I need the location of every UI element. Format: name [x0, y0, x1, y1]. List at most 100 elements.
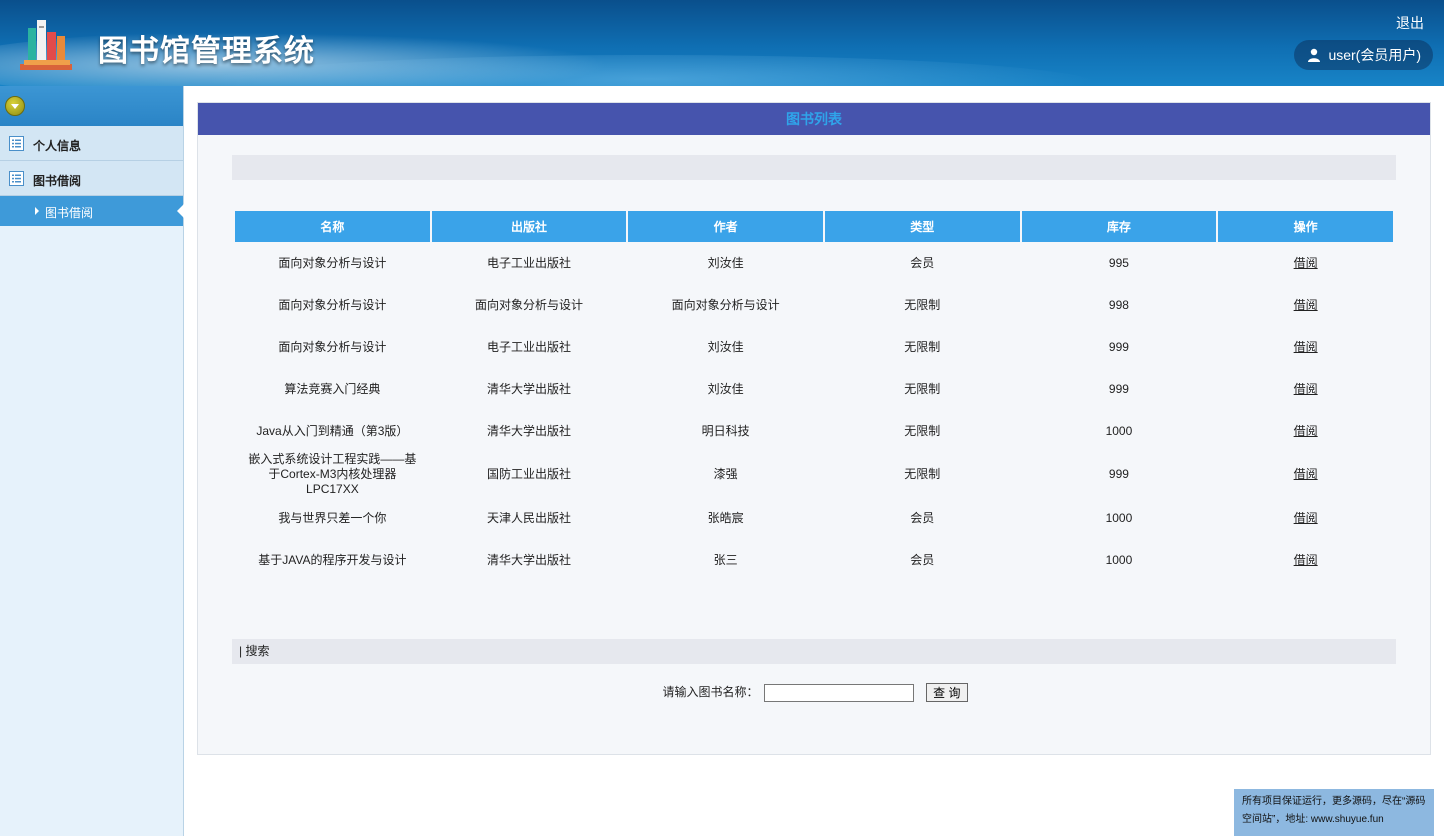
toolbar-strip: [232, 155, 1396, 180]
cell-author: 张皓宸: [707, 510, 744, 525]
sidebar: 个人信息 图书借阅 图书借阅: [0, 86, 184, 836]
cell-title: 基于JAVA的程序开发与设计: [258, 552, 407, 567]
cell-publisher: 天津人民出版社: [487, 510, 572, 525]
table-header-row: 名称 出版社 作者 类型 库存 操作: [235, 211, 1393, 242]
promo-note: 所有项目保证运行，更多源码，尽在“源码 空间站”，地址: www.shuyue.…: [1234, 789, 1434, 836]
cell-type: 无限制: [904, 423, 941, 438]
borrow-link[interactable]: 借阅: [1294, 256, 1318, 270]
cell-stock: 998: [1108, 297, 1129, 312]
search-button[interactable]: 查 询: [926, 683, 968, 703]
cell-author: 刘汝佳: [707, 339, 744, 354]
borrow-link[interactable]: 借阅: [1294, 424, 1318, 438]
book-name-input[interactable]: [763, 683, 914, 702]
cell-type: 无限制: [904, 297, 941, 312]
cell-publisher: 清华大学出版社: [487, 423, 572, 438]
cell-stock: 1000: [1105, 552, 1133, 567]
table-row: 我与世界只差一个你 天津人民出版社 张皓宸 会员 1000 借阅: [235, 497, 1393, 539]
user-name: user(会员用户): [1328, 47, 1421, 63]
borrow-link[interactable]: 借阅: [1294, 511, 1318, 525]
cell-action: 借阅: [1218, 326, 1393, 368]
active-indicator: [177, 204, 184, 218]
sidebar-group-book-borrow[interactable]: 图书借阅: [0, 161, 183, 196]
list-icon: [9, 136, 24, 151]
column-header: 名称: [235, 211, 430, 242]
table-row: 面向对象分析与设计 电子工业出版社 刘汝佳 会员 995 借阅: [235, 242, 1393, 284]
user-badge[interactable]: user(会员用户): [1294, 40, 1433, 70]
cell-title: 面向对象分析与设计: [278, 297, 387, 312]
search-label: 请输入图书名称：: [662, 685, 759, 699]
borrow-link[interactable]: 借阅: [1294, 340, 1318, 354]
app-title: 图书馆管理系统: [98, 35, 315, 68]
table-row: 面向对象分析与设计 电子工业出版社 刘汝佳 无限制 999 借阅: [235, 326, 1393, 368]
cell-publisher: 国防工业出版社: [487, 467, 572, 481]
borrow-link[interactable]: 借阅: [1294, 382, 1318, 396]
cell-action: 借阅: [1218, 410, 1393, 452]
book-table: 名称 出版社 作者 类型 库存 操作 面向对象分析与设计 电子工业出版社 刘汝佳…: [233, 211, 1395, 581]
cell-title: 嵌入式系统设计工程实践——基于Cortex-M3内核处理器LPC17XX: [248, 452, 417, 496]
caret-right-icon: [35, 207, 39, 215]
cell-type: 无限制: [904, 339, 941, 354]
cell-title: 面向对象分析与设计: [278, 339, 387, 354]
cell-publisher: 清华大学出版社: [487, 381, 572, 396]
cell-publisher: 面向对象分析与设计: [475, 297, 584, 312]
search-form: 请输入图书名称： 查 询: [198, 683, 1432, 703]
books-logo-icon: [20, 20, 72, 70]
sidebar-group-label: 个人信息: [33, 139, 82, 153]
column-header: 类型: [824, 211, 1020, 242]
table-row: 嵌入式系统设计工程实践——基于Cortex-M3内核处理器LPC17XX 国防工…: [235, 452, 1393, 497]
promo-line: 所有项目保证运行，更多源码，尽在“源码: [1242, 796, 1426, 807]
cell-author: 明日科技: [701, 423, 750, 438]
app-header: 图书馆管理系统 退出 user(会员用户): [0, 0, 1444, 86]
sidebar-group-label: 图书借阅: [33, 174, 82, 188]
table-row: Java从入门到精通（第3版） 清华大学出版社 明日科技 无限制 1000 借阅: [235, 410, 1393, 452]
cell-stock: 999: [1108, 381, 1129, 396]
cell-author: 刘汝佳: [707, 381, 744, 396]
cell-type: 会员: [910, 552, 935, 567]
cell-stock: 999: [1108, 467, 1129, 481]
borrow-link[interactable]: 借阅: [1294, 467, 1318, 481]
cell-action: 借阅: [1218, 284, 1393, 326]
cell-type: 会员: [910, 510, 935, 525]
sidebar-item-label: 图书借阅: [45, 206, 94, 220]
cell-title: 我与世界只差一个你: [278, 510, 387, 525]
cell-author: 张三: [713, 552, 738, 567]
column-header: 出版社: [431, 211, 627, 242]
cell-stock: 995: [1108, 255, 1129, 270]
promo-line: 空间站”，地址: www.shuyue.fun: [1242, 814, 1384, 825]
cell-action: 借阅: [1218, 242, 1393, 284]
cell-action: 借阅: [1218, 452, 1393, 497]
cell-action: 借阅: [1218, 497, 1393, 539]
sidebar-item-book-borrow[interactable]: 图书借阅: [0, 196, 184, 226]
borrow-link[interactable]: 借阅: [1294, 553, 1318, 567]
borrow-link[interactable]: 借阅: [1294, 298, 1318, 312]
panel-title: 图书列表: [198, 103, 1430, 135]
sidebar-group-personal-info[interactable]: 个人信息: [0, 126, 183, 161]
cell-author: 刘汝佳: [707, 255, 744, 270]
cell-title: Java从入门到精通（第3版）: [256, 423, 409, 438]
cell-action: 借阅: [1218, 539, 1393, 581]
cell-author: 漆强: [713, 467, 738, 481]
logout-link[interactable]: 退出: [1396, 13, 1424, 33]
cell-stock: 1000: [1105, 423, 1133, 438]
cell-author: 面向对象分析与设计: [671, 297, 780, 312]
cell-publisher: 清华大学出版社: [487, 552, 572, 567]
column-header: 库存: [1021, 211, 1217, 242]
table-row: 面向对象分析与设计 面向对象分析与设计 面向对象分析与设计 无限制 998 借阅: [235, 284, 1393, 326]
cell-title: 面向对象分析与设计: [278, 255, 387, 270]
cell-stock: 1000: [1105, 510, 1133, 525]
cell-type: 会员: [910, 255, 935, 270]
cell-stock: 999: [1108, 339, 1129, 354]
cell-publisher: 电子工业出版社: [487, 255, 572, 270]
column-header: 作者: [628, 211, 823, 242]
cell-type: 无限制: [904, 381, 941, 396]
cell-title: 算法竞赛入门经典: [284, 381, 381, 396]
column-header: 操作: [1218, 211, 1393, 242]
search-section-header: | 搜索: [232, 639, 1396, 664]
table-row: 算法竞赛入门经典 清华大学出版社 刘汝佳 无限制 999 借阅: [235, 368, 1393, 410]
main-content: 图书列表 名称 出版社 作者 类型 库存 操作 面向对象分析与设计 电子工业出版…: [184, 86, 1444, 836]
table-row: 基于JAVA的程序开发与设计 清华大学出版社 张三 会员 1000 借阅: [235, 539, 1393, 581]
list-icon: [9, 171, 24, 186]
user-icon: [1308, 48, 1321, 62]
sidebar-top: [0, 86, 183, 126]
collapse-toggle-icon[interactable]: [5, 96, 25, 116]
